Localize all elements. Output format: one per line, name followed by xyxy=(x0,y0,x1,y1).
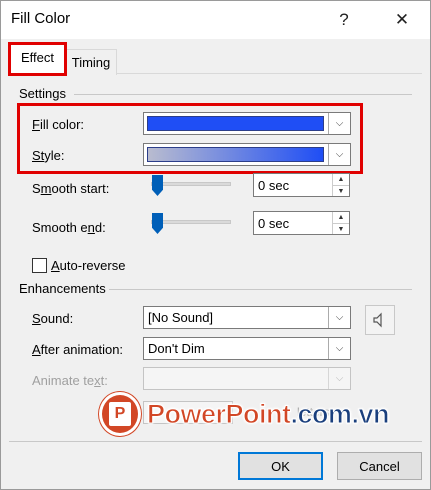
ok-button[interactable]: OK xyxy=(238,452,323,480)
auto-reverse-label: Auto-reverse xyxy=(51,258,125,273)
cancel-button[interactable]: Cancel xyxy=(337,452,422,480)
cancel-button-label: Cancel xyxy=(359,458,400,474)
sound-label-rest: ound: xyxy=(40,311,74,326)
enhancements-divider xyxy=(109,289,412,290)
after-animation-value: Don't Dim xyxy=(148,341,205,356)
animate-text-label-rest: t: xyxy=(100,373,108,388)
title-bar: Fill Color ? ✕ xyxy=(1,1,430,39)
sound-label: Sound: xyxy=(32,311,73,326)
effect-tab-highlight xyxy=(8,42,67,76)
after-animation-dropdown[interactable]: Don't Dim ⌵ xyxy=(143,337,351,360)
spin-down-icon[interactable]: ▼ xyxy=(333,185,349,196)
smooth-end-slider[interactable] xyxy=(151,220,231,224)
spinner-buttons: ▲ ▼ xyxy=(332,212,349,234)
smooth-start-value: 0 sec xyxy=(258,178,290,193)
help-icon: ? xyxy=(339,10,349,29)
watermark-text: PowerPoint.com.vn xyxy=(146,398,390,430)
close-button[interactable]: ✕ xyxy=(379,4,425,36)
smooth-end-slider-thumb[interactable] xyxy=(152,213,163,234)
help-button[interactable]: ? xyxy=(321,4,367,36)
animate-text-label: Animate text: xyxy=(32,373,108,388)
smooth-start-slider[interactable] xyxy=(151,182,231,186)
smooth-start-slider-thumb[interactable] xyxy=(152,175,163,196)
fill-color-dialog: Fill Color ? ✕ Effect Timing Settings Fi… xyxy=(0,0,431,490)
smooth-start-label: Smooth start: xyxy=(32,181,109,196)
smooth-end-value: 0 sec xyxy=(258,216,290,231)
auto-reverse-label-key: A xyxy=(51,258,60,273)
smooth-end-label: Smooth end: xyxy=(32,220,106,235)
sound-label-key: S xyxy=(32,311,41,326)
watermark-text-tail: .com.vn xyxy=(290,398,390,429)
animate-text-label-pre: Animate te xyxy=(32,373,95,388)
chevron-down-icon[interactable]: ⌵ xyxy=(328,307,350,328)
sound-volume-button[interactable] xyxy=(365,305,395,335)
after-animation-label-key: A xyxy=(32,342,41,357)
fill-style-highlight xyxy=(17,103,363,174)
smooth-end-label-pre: Smooth e xyxy=(32,220,88,235)
settings-group-label: Settings xyxy=(19,86,66,101)
smooth-end-spinner[interactable]: 0 sec ▲ ▼ xyxy=(253,211,350,235)
auto-reverse-label-rest: uto-reverse xyxy=(59,258,126,273)
sound-value: [No Sound] xyxy=(148,310,214,325)
spin-down-icon[interactable]: ▼ xyxy=(333,223,349,234)
spin-up-icon[interactable]: ▲ xyxy=(333,212,349,223)
chevron-down-icon[interactable]: ⌵ xyxy=(328,338,350,359)
tab-timing[interactable]: Timing xyxy=(65,49,117,75)
smooth-start-label-rest: ooth start: xyxy=(51,181,110,196)
spin-up-icon[interactable]: ▲ xyxy=(333,174,349,185)
smooth-start-label-pre: S xyxy=(32,181,41,196)
spinner-buttons: ▲ ▼ xyxy=(332,174,349,196)
smooth-start-spinner[interactable]: 0 sec ▲ ▼ xyxy=(253,173,350,197)
enhancements-group-label: Enhancements xyxy=(19,281,106,296)
after-animation-label: After animation: xyxy=(32,342,123,357)
powerpoint-logo-icon: P xyxy=(99,392,141,436)
animate-text-dropdown: ⌵ xyxy=(143,367,351,390)
auto-reverse-checkbox[interactable] xyxy=(32,258,47,273)
close-icon: ✕ xyxy=(394,10,410,29)
chevron-down-icon: ⌵ xyxy=(328,368,350,389)
footer-divider xyxy=(9,441,422,442)
powerpoint-watermark: P PowerPoint.com.vn xyxy=(99,392,390,436)
settings-divider xyxy=(74,94,412,95)
smooth-end-label-rest: d: xyxy=(94,220,106,235)
smooth-end-label-key: n xyxy=(87,220,95,235)
speaker-icon xyxy=(373,312,382,328)
after-animation-label-rest: fter animation: xyxy=(40,342,124,357)
powerpoint-logo-letter: P xyxy=(108,402,131,426)
dialog-title: Fill Color xyxy=(11,10,71,27)
watermark-text-main: PowerPoint xyxy=(146,398,291,429)
sound-dropdown[interactable]: [No Sound] ⌵ xyxy=(143,306,351,329)
smooth-start-label-key: m xyxy=(40,181,52,196)
ok-button-label: OK xyxy=(271,458,290,474)
tab-timing-label: Timing xyxy=(71,55,111,70)
